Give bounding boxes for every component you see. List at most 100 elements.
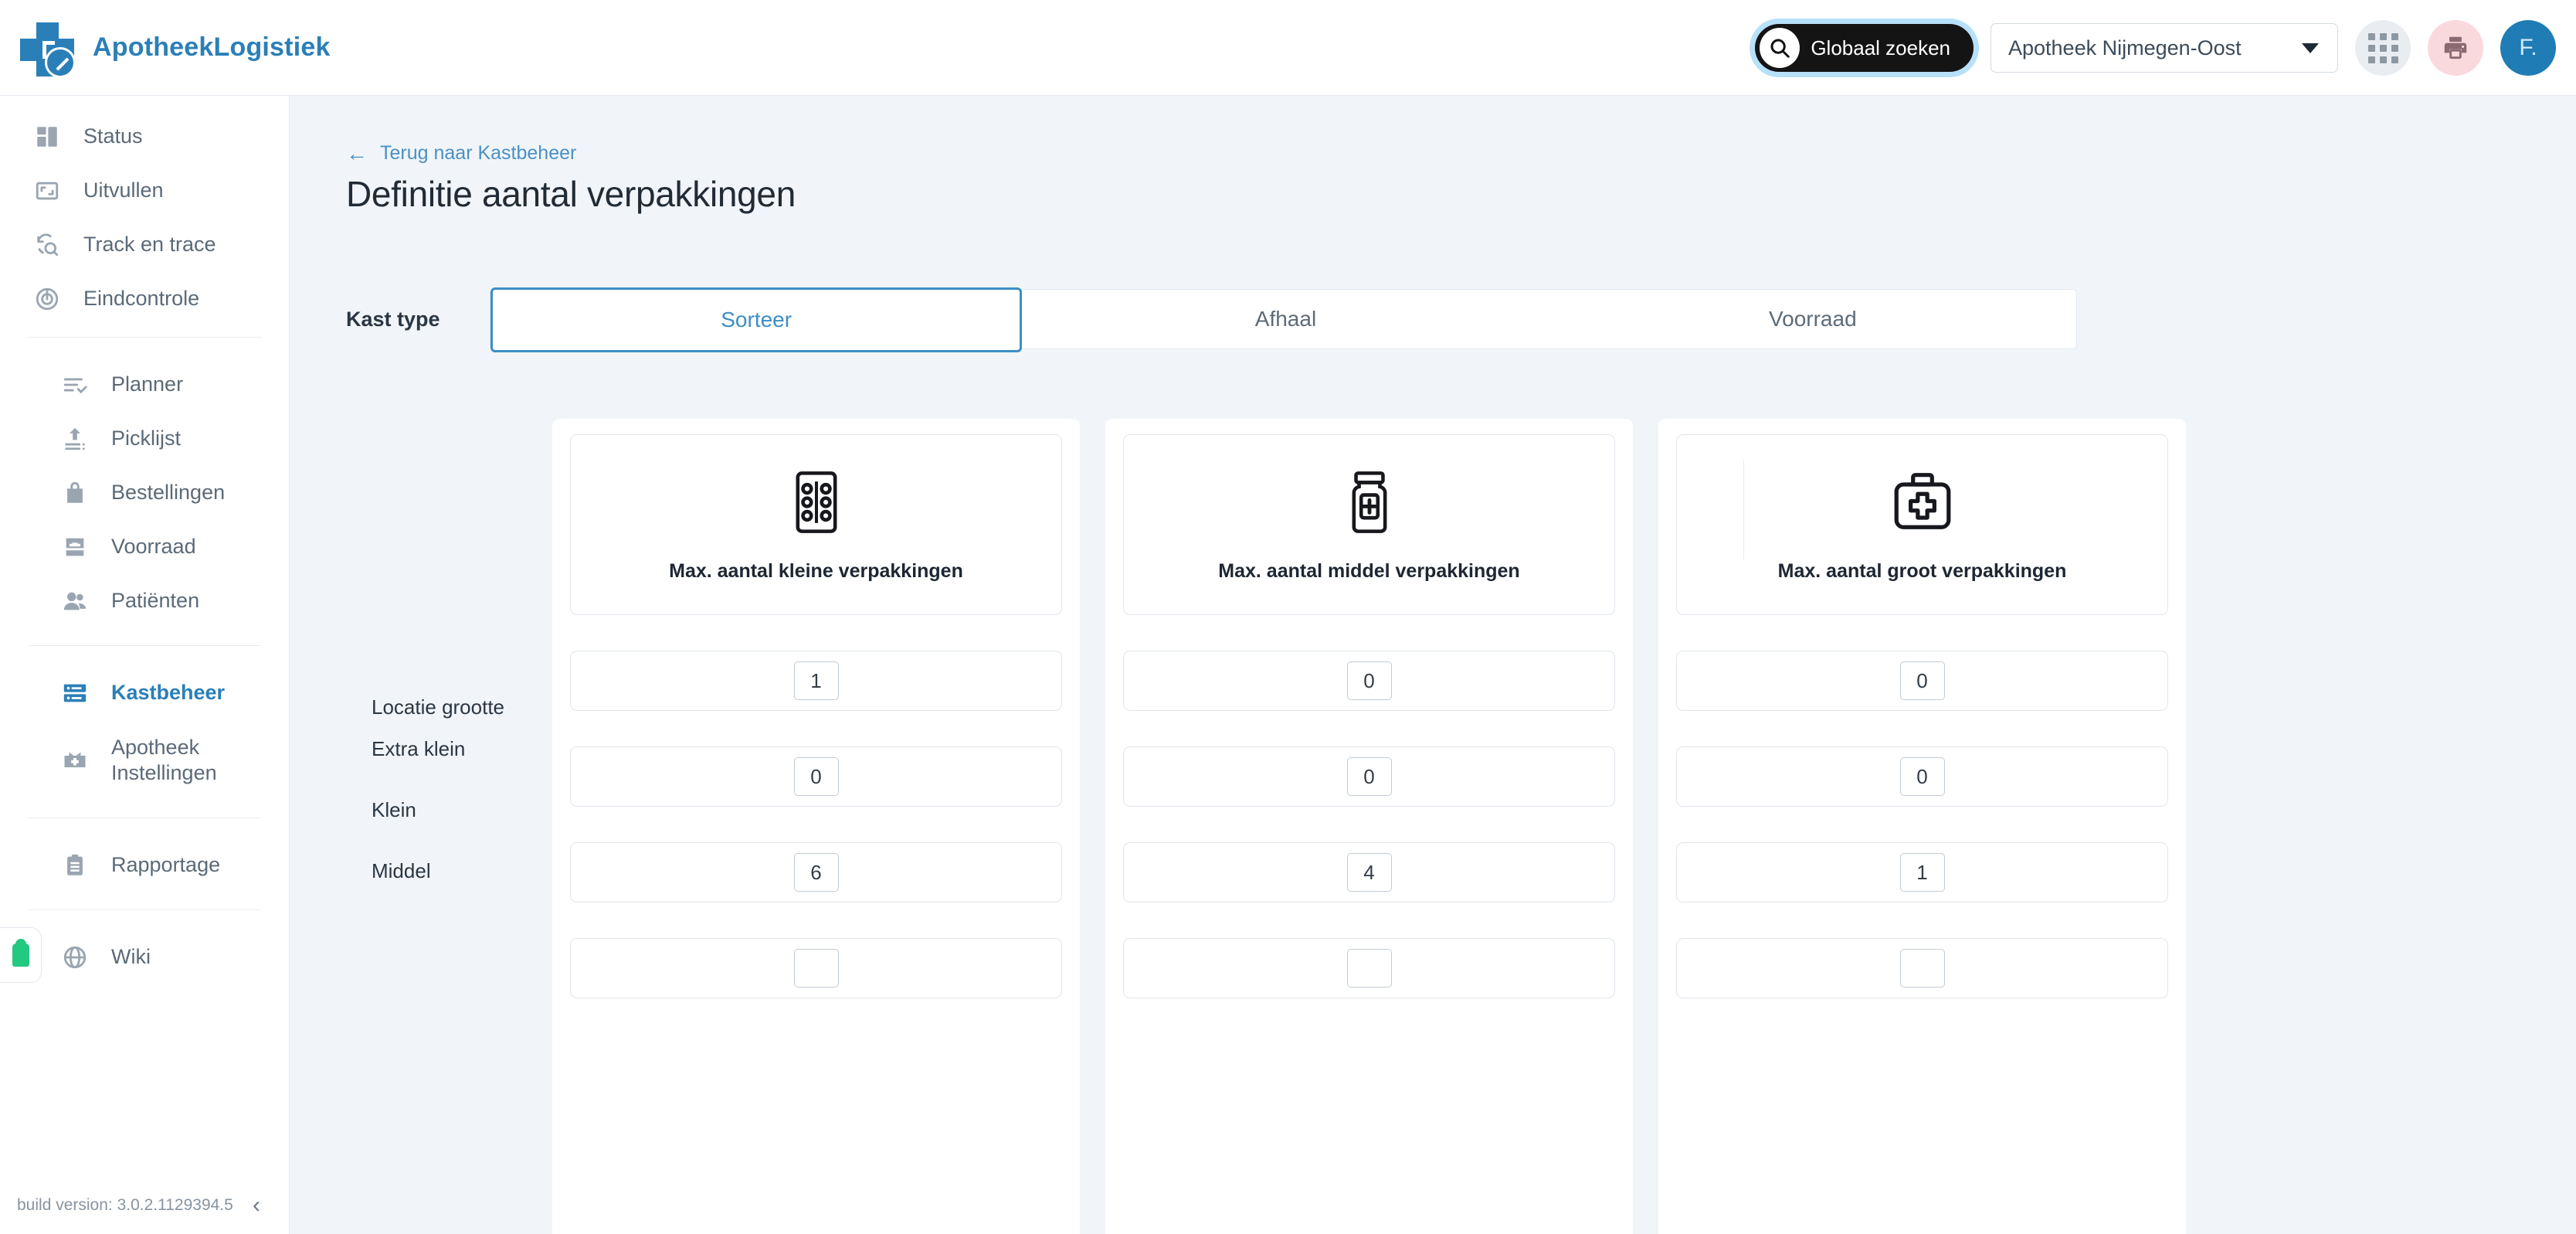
input-value[interactable]: 0 xyxy=(1346,757,1392,796)
input-value[interactable]: 0 xyxy=(1346,661,1392,700)
sidebar-item-label: Uitvullen xyxy=(83,178,164,202)
back-to-kastbeheer-link[interactable]: ← Terug naar Kastbeheer xyxy=(346,142,576,165)
column-kleine-verpakkingen: Max. aantal kleine verpakkingen 1 0 6 xyxy=(552,419,1080,1234)
bag-icon xyxy=(60,478,90,508)
global-search-label: Globaal zoeken xyxy=(1811,36,1950,59)
sidebar-item-label: Apotheek Instellingen xyxy=(111,735,217,784)
clipboard-icon xyxy=(60,851,90,880)
sidebar-item-label: Patiënten xyxy=(111,589,200,613)
print-button[interactable] xyxy=(2428,20,2483,76)
row-label-locatie-grootte: Locatie grootte xyxy=(372,695,505,719)
input-klein-col1[interactable]: 0 xyxy=(570,746,1062,807)
arrow-left-icon: ← xyxy=(346,141,368,165)
sidebar-group-2: Planner Picklijst Bestellingen Voorraad … xyxy=(28,337,261,645)
pharmacy-settings-icon xyxy=(60,746,90,775)
globe-icon xyxy=(60,943,90,972)
sidebar-group-4: Rapportage xyxy=(28,818,261,909)
sidebar-item-rapportage[interactable]: Rapportage xyxy=(28,838,261,892)
input-value[interactable]: 0 xyxy=(1899,661,1945,700)
input-value[interactable]: 0 xyxy=(793,757,839,796)
top-bar-right: Globaal zoeken Apotheek Nijmegen-Oost F. xyxy=(1755,0,2556,96)
upload-list-icon xyxy=(60,424,90,454)
card-divider xyxy=(1743,461,1744,559)
track-search-icon xyxy=(32,230,62,260)
input-value[interactable]: 0 xyxy=(1899,757,1945,796)
input-value[interactable] xyxy=(793,949,839,988)
input-klein-col2[interactable]: 0 xyxy=(1123,746,1615,807)
input-value[interactable]: 1 xyxy=(793,661,839,700)
global-search-button[interactable]: Globaal zoeken xyxy=(1755,24,1974,72)
apps-grid-button[interactable] xyxy=(2355,20,2411,76)
input-klein-col3[interactable]: 0 xyxy=(1676,746,2168,807)
sidebar-item-kastbeheer[interactable]: Kastbeheer xyxy=(28,666,261,720)
card-label: Max. aantal groot verpakkingen xyxy=(1777,559,2067,582)
row-label-klein: Klein xyxy=(372,798,416,821)
green-pin-icon[interactable] xyxy=(0,927,42,983)
input-middel-col3[interactable]: 1 xyxy=(1676,842,2168,903)
sidebar-item-uitvullen[interactable]: Uitvullen xyxy=(0,164,289,218)
sidebar-item-label: Wiki xyxy=(111,945,151,969)
input-extra-klein-col2[interactable]: 0 xyxy=(1123,651,1615,711)
sidebar-item-eindcontrole[interactable]: Eindcontrole xyxy=(0,272,289,326)
input-value[interactable]: 6 xyxy=(793,853,839,892)
sidebar-item-bestellingen[interactable]: Bestellingen xyxy=(28,466,261,520)
input-extra-klein-col3[interactable]: 0 xyxy=(1676,651,2168,711)
input-groot-col1[interactable] xyxy=(570,938,1062,998)
row-label-middel: Middel xyxy=(372,859,431,882)
input-groot-col3[interactable] xyxy=(1676,938,2168,998)
card-kleine-verpakkingen: Max. aantal kleine verpakkingen xyxy=(570,434,1062,615)
sidebar-item-label: Eindcontrole xyxy=(83,287,200,311)
chevron-down-icon xyxy=(2302,42,2319,53)
sidebar-item-label: Status xyxy=(83,124,143,148)
medicine-bottle-icon xyxy=(1336,467,1403,537)
sidebar-footer: build version: 3.0.2.1129394.5 ‹ xyxy=(0,1192,290,1219)
tab-afhaal[interactable]: Afhaal xyxy=(1022,290,1549,348)
app-root: ApotheekLogistiek Globaal zoeken Apothee… xyxy=(0,0,2576,1234)
pharmacy-cross-pill-logo xyxy=(17,18,77,78)
sidebar-item-picklijst[interactable]: Picklijst xyxy=(28,412,261,466)
pharmacy-select-value: Apotheek Nijmegen-Oost xyxy=(2008,36,2242,59)
chevron-left-icon[interactable]: ‹ xyxy=(253,1192,260,1219)
input-middel-col1[interactable]: 6 xyxy=(570,842,1062,903)
tab-voorraad[interactable]: Voorraad xyxy=(1549,290,2076,348)
sidebar-item-apotheek-instellingen[interactable]: Apotheek Instellingen xyxy=(28,720,261,801)
sidebar-item-track-en-trace[interactable]: Track en trace xyxy=(0,218,289,272)
sidebar-item-planner[interactable]: Planner xyxy=(28,358,261,412)
sidebar-item-status[interactable]: Status xyxy=(0,110,289,164)
column-middel-verpakkingen: Max. aantal middel verpakkingen 0 0 4 xyxy=(1105,419,1633,1234)
tab-sorteer[interactable]: Sorteer xyxy=(490,287,1023,352)
sidebar-item-wiki[interactable]: Wiki xyxy=(28,930,261,984)
grid-apps-icon xyxy=(2367,32,2398,63)
input-value[interactable]: 4 xyxy=(1346,853,1392,892)
avatar[interactable]: F. xyxy=(2500,20,2556,76)
card-groot-verpakkingen: Max. aantal groot verpakkingen xyxy=(1676,434,2168,615)
input-value[interactable] xyxy=(1346,949,1392,988)
printer-icon xyxy=(2444,36,2467,59)
sidebar-group-1: Status Uitvullen Track en trace Eindcont… xyxy=(0,96,289,337)
card-label: Max. aantal kleine verpakkingen xyxy=(669,559,963,582)
pharmacy-select[interactable]: Apotheek Nijmegen-Oost xyxy=(1991,23,2338,73)
back-link-label: Terug naar Kastbeheer xyxy=(380,142,577,164)
input-extra-klein-col1[interactable]: 1 xyxy=(570,651,1062,711)
sidebar-group-5: Wiki xyxy=(28,909,261,1001)
inbox-stock-icon xyxy=(60,532,90,562)
input-value[interactable]: 1 xyxy=(1899,853,1945,892)
main-content: ← Terug naar Kastbeheer Definitie aantal… xyxy=(290,96,2576,1234)
sidebar-item-label: Track en trace xyxy=(83,233,216,257)
input-value[interactable] xyxy=(1899,949,1945,988)
avatar-initials: F. xyxy=(2519,35,2537,60)
brand[interactable]: ApotheekLogistiek xyxy=(17,18,331,78)
input-groot-col2[interactable] xyxy=(1123,938,1615,998)
expand-frame-icon xyxy=(32,176,62,206)
sidebar-item-label: Voorraad xyxy=(111,535,196,559)
sidebar-item-voorraad[interactable]: Voorraad xyxy=(28,520,261,574)
sidebar-item-label: Planner xyxy=(111,372,184,396)
sidebar-item-patienten[interactable]: Patiënten xyxy=(28,574,261,628)
sidebar: Status Uitvullen Track en trace Eindcont… xyxy=(0,96,290,1234)
kast-type-tabs: Sorteer Afhaal Voorraad xyxy=(490,287,2077,352)
build-version: build version: 3.0.2.1129394.5 xyxy=(17,1196,233,1214)
sidebar-group-3: Kastbeheer Apotheek Instellingen xyxy=(28,645,261,818)
row-label-extra-klein: Extra klein xyxy=(372,737,466,760)
kast-type-label: Kast type xyxy=(346,307,440,331)
input-middel-col2[interactable]: 4 xyxy=(1123,842,1615,903)
